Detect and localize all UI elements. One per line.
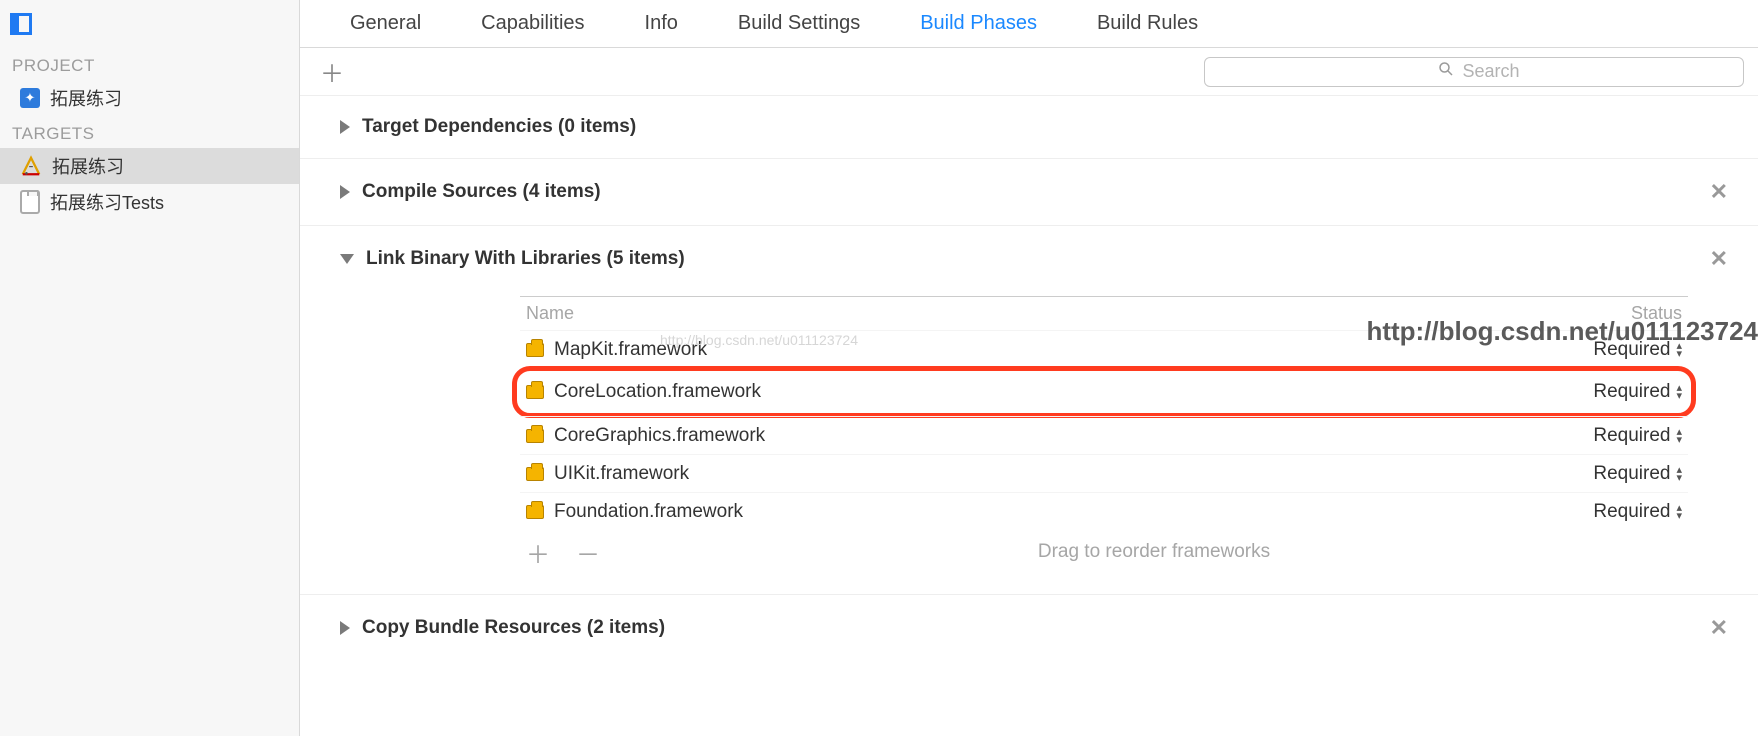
filter-bar: ＋ Search — [300, 48, 1758, 96]
framework-icon — [526, 467, 544, 481]
phase-title: Copy Bundle Resources (2 items) — [362, 617, 665, 639]
remove-framework-button[interactable]: － — [576, 535, 600, 570]
phase-remove-button[interactable]: ✕ — [1710, 179, 1728, 205]
sidebar-section-project: PROJECT — [0, 48, 299, 80]
frameworks-table: Name Status MapKit.framework Required ▴▾ — [520, 296, 1688, 574]
chevron-updown-icon: ▴▾ — [1676, 384, 1682, 400]
framework-icon — [526, 385, 544, 399]
project-item[interactable]: 拓展练习 — [0, 80, 299, 116]
phase-remove-button[interactable]: ✕ — [1710, 246, 1728, 272]
framework-name: Foundation.framework — [554, 501, 1542, 523]
chevron-updown-icon: ▴▾ — [1676, 342, 1682, 358]
project-icon — [20, 88, 40, 108]
status-select[interactable]: Required ▴▾ — [1542, 425, 1682, 447]
chevron-updown-icon: ▴▾ — [1676, 466, 1682, 482]
phase-header[interactable]: Link Binary With Libraries (5 items) ✕ — [340, 246, 1728, 272]
app-target-icon — [20, 155, 42, 177]
phase-title: Target Dependencies (0 items) — [362, 116, 636, 138]
framework-name: MapKit.framework — [554, 339, 1542, 361]
tab-build-settings[interactable]: Build Settings — [738, 12, 860, 35]
tab-build-phases[interactable]: Build Phases — [920, 12, 1037, 35]
disclosure-triangle-icon[interactable] — [340, 254, 354, 264]
col-status: Status — [1631, 303, 1682, 324]
table-header: Name Status — [520, 297, 1688, 330]
search-icon — [1438, 61, 1454, 82]
search-placeholder: Search — [1462, 61, 1519, 82]
phase-title: Link Binary With Libraries (5 items) — [366, 248, 685, 270]
target-item-label: 拓展练习 — [52, 153, 124, 179]
status-select[interactable]: Required ▴▾ — [1542, 381, 1682, 403]
sidebar-section-targets: TARGETS — [0, 116, 299, 148]
target-item-app[interactable]: 拓展练习 — [0, 148, 299, 184]
phase-title: Compile Sources (4 items) — [362, 181, 601, 203]
framework-name: UIKit.framework — [554, 463, 1542, 485]
table-row[interactable]: Foundation.framework Required ▴▾ — [520, 492, 1688, 530]
status-select[interactable]: Required ▴▾ — [1542, 463, 1682, 485]
disclosure-triangle-icon[interactable] — [340, 120, 350, 134]
editor-tabs: General Capabilities Info Build Settings… — [300, 0, 1758, 48]
disclosure-triangle-icon[interactable] — [340, 621, 350, 635]
project-item-label: 拓展练习 — [50, 85, 122, 111]
main-panel: General Capabilities Info Build Settings… — [300, 0, 1758, 736]
target-item-label: 拓展练习Tests — [50, 189, 164, 215]
table-row[interactable]: UIKit.framework Required ▴▾ — [520, 454, 1688, 492]
status-select[interactable]: Required ▴▾ — [1542, 501, 1682, 523]
sidebar-toolbar — [0, 0, 299, 48]
table-row[interactable]: CoreLocation.framework Required ▴▾ — [512, 366, 1696, 418]
framework-icon — [526, 505, 544, 519]
phase-remove-button[interactable]: ✕ — [1710, 615, 1728, 641]
table-row[interactable]: CoreGraphics.framework Required ▴▾ — [520, 416, 1688, 454]
target-item-tests[interactable]: 拓展练习Tests — [0, 184, 299, 220]
phase-link-binary: Link Binary With Libraries (5 items) ✕ N… — [300, 226, 1758, 595]
tab-info[interactable]: Info — [645, 12, 678, 35]
chevron-updown-icon: ▴▾ — [1676, 504, 1682, 520]
phases-content: Target Dependencies (0 items) Compile So… — [300, 96, 1758, 661]
framework-icon — [526, 343, 544, 357]
phase-copy-bundle[interactable]: Copy Bundle Resources (2 items) ✕ — [300, 595, 1758, 661]
sidebar: PROJECT 拓展练习 TARGETS 拓展练习 拓展练习Tests — [0, 0, 300, 736]
add-phase-button[interactable]: ＋ — [314, 54, 350, 89]
test-target-icon — [20, 190, 40, 214]
tab-general[interactable]: General — [350, 12, 421, 35]
panel-toggle-icon[interactable] — [10, 13, 32, 35]
chevron-updown-icon: ▴▾ — [1676, 428, 1682, 444]
search-input[interactable]: Search — [1204, 57, 1744, 87]
col-name: Name — [526, 303, 1631, 324]
framework-icon — [526, 429, 544, 443]
tab-build-rules[interactable]: Build Rules — [1097, 12, 1198, 35]
tab-capabilities[interactable]: Capabilities — [481, 12, 584, 35]
reorder-hint: Drag to reorder frameworks — [626, 541, 1682, 563]
disclosure-triangle-icon[interactable] — [340, 185, 350, 199]
phase-target-dependencies[interactable]: Target Dependencies (0 items) — [300, 96, 1758, 159]
table-row[interactable]: MapKit.framework Required ▴▾ — [520, 330, 1688, 368]
table-footer: ＋ － Drag to reorder frameworks — [520, 530, 1688, 574]
phase-compile-sources[interactable]: Compile Sources (4 items) ✕ — [300, 159, 1758, 226]
add-framework-button[interactable]: ＋ — [526, 535, 550, 570]
status-select[interactable]: Required ▴▾ — [1542, 339, 1682, 361]
framework-name: CoreGraphics.framework — [554, 425, 1542, 447]
framework-name: CoreLocation.framework — [554, 381, 1542, 403]
